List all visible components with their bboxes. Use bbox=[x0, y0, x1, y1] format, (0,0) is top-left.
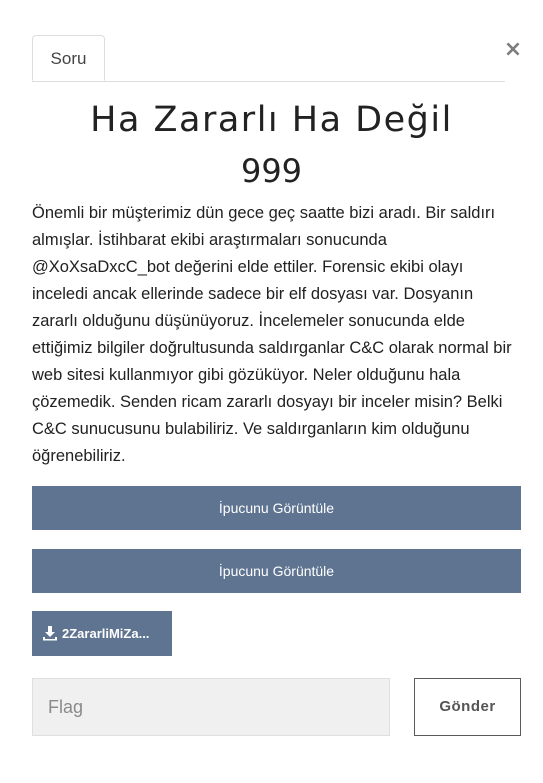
download-file-button[interactable]: 2ZararliMiZa... bbox=[32, 611, 172, 656]
close-icon[interactable]: × bbox=[502, 35, 524, 65]
challenge-description: Önemli bir müşterimiz dün gece geç saatt… bbox=[32, 204, 512, 465]
tab-soru[interactable]: Soru bbox=[32, 35, 105, 81]
challenge-title: Ha Zararlı Ha Değil bbox=[90, 100, 453, 140]
submit-button[interactable]: Gönder bbox=[414, 678, 521, 736]
challenge-points: 999 bbox=[240, 152, 303, 190]
flag-input[interactable] bbox=[32, 678, 390, 736]
download-file-label: 2ZararliMiZa... bbox=[62, 626, 150, 641]
download-icon bbox=[43, 626, 57, 641]
view-hint-button-1[interactable]: İpucunu Görüntüle bbox=[32, 486, 521, 530]
view-hint-button-2[interactable]: İpucunu Görüntüle bbox=[32, 549, 521, 593]
modal-tabs: Soru bbox=[32, 35, 505, 82]
